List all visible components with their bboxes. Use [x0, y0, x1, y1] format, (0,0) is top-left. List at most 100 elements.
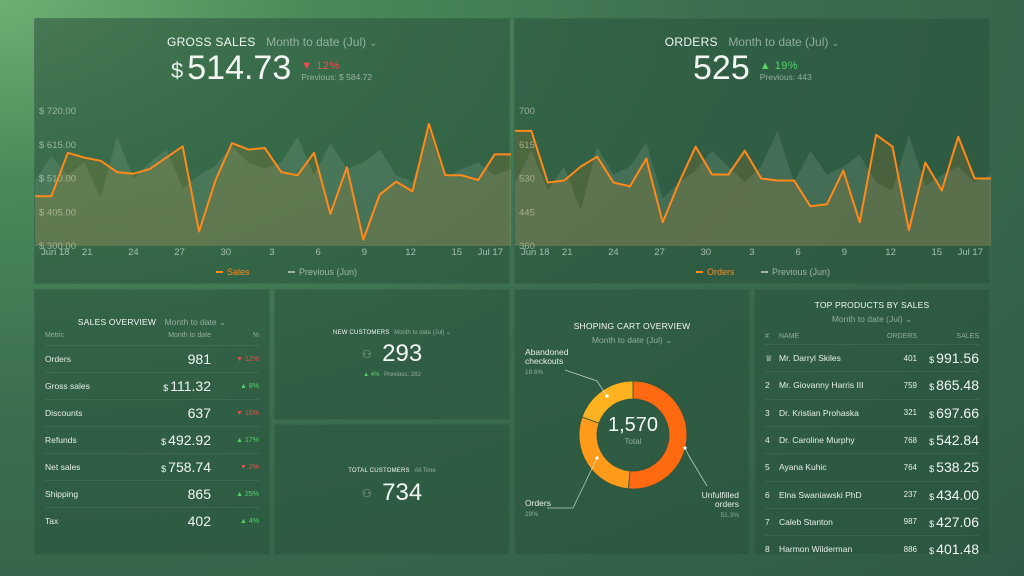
product-name: Mr. Giovanny Harris III	[779, 380, 864, 391]
product-name: Caleb Stanton	[779, 516, 833, 527]
top-products-title: TOP PRODUCTS BY SALES	[814, 300, 930, 310]
unfulfilled-label: Unfulfilled orders 51.3%	[702, 491, 739, 520]
currency: $	[929, 546, 935, 557]
donut-total: 1,570	[607, 414, 659, 436]
product-name: Dr. Caroline Murphy	[779, 435, 855, 446]
x-tick-label: Jun 18	[521, 247, 550, 258]
y-tick-label: $ 720.00	[39, 106, 76, 117]
x-tick-label: 12	[885, 247, 896, 258]
sales-overview-title: SALES OVERVIEW	[77, 317, 157, 327]
x-tick-label: 3	[749, 247, 754, 258]
table-row: Orders 981 ▼ 12%	[45, 345, 259, 372]
metric-pct: ▲ 4%	[211, 518, 259, 525]
total-customers-period: All Time	[414, 468, 436, 474]
chart-legend: Sales Previous (Jun)	[216, 267, 357, 277]
table-row: Gross sales $111.32 ▲ 8%	[45, 372, 259, 399]
product-sales: $697.66	[917, 405, 979, 421]
top-products-period-select[interactable]: Month to date (Jul) ⌄	[755, 314, 989, 325]
arrow-down-icon: ▼	[236, 409, 244, 417]
x-tick-label: 21	[82, 247, 93, 258]
col-sales: SALES	[956, 333, 979, 340]
top-products-panel: TOP PRODUCTS BY SALES Month to date (Jul…	[754, 289, 990, 557]
sales-overview-period-select[interactable]: Month to date ⌄	[165, 317, 226, 327]
x-tick-label: 21	[562, 247, 573, 258]
metric-value: 981	[101, 351, 211, 367]
product-name: Ayana Kuhic	[779, 462, 827, 473]
new-customers-change-value: 4%	[370, 372, 380, 378]
product-sales-value: 697.66	[936, 404, 979, 421]
currency: $	[929, 355, 935, 366]
rank-number: 3	[765, 407, 770, 418]
metric-value-number: 758.74	[168, 459, 211, 475]
x-tick-label: 3	[269, 247, 274, 258]
x-tick-label: 15	[932, 247, 943, 258]
currency: $	[163, 383, 169, 393]
legend-label-current: Sales	[227, 267, 250, 277]
arrow-up-icon: ▲	[239, 382, 247, 390]
top-products-header: TOP PRODUCTS BY SALES Month to date (Jul…	[755, 300, 989, 325]
product-sales-value: 427.06	[936, 513, 979, 530]
x-tick-label: 9	[842, 247, 847, 258]
arrow-down-icon: ▼	[239, 463, 247, 471]
new-customers-change: ▲ 4%	[363, 372, 379, 378]
arrow-up-icon: ▲	[239, 517, 247, 525]
product-name: Elna Swaniawski PhD	[779, 489, 862, 500]
x-tick-label: 27	[654, 247, 665, 258]
orders-label: Orders 29%	[525, 499, 551, 519]
x-tick-label: 30	[701, 247, 712, 258]
product-sales: $434.00	[917, 487, 979, 503]
unfulfilled-pct: 51.3%	[720, 512, 739, 519]
product-orders: 401	[903, 353, 917, 363]
product-sales-value: 401.48	[936, 541, 979, 558]
user-icon: ⚇	[361, 487, 372, 500]
x-tick-label: Jun 18	[41, 247, 70, 258]
metric-value-number: 981	[187, 351, 211, 367]
rank-number: 6	[765, 489, 770, 500]
table-row: 6 Elna Swaniawski PhD 237 $434.00	[765, 480, 979, 508]
metric-pct: ▼ 16%	[211, 410, 259, 417]
metric-value-number: 492.92	[168, 432, 211, 448]
metric-value: 637	[101, 405, 211, 421]
currency: $	[161, 464, 167, 474]
x-tick-label: Jul 17	[958, 247, 983, 258]
table-row: 8 Harmon Wilderman 886 $401.48	[765, 535, 979, 562]
metric-pct: ▼ 2%	[211, 464, 259, 471]
metric-value: 865	[101, 486, 211, 502]
metric-pct-value: 4%	[248, 517, 259, 525]
x-tick-label: 24	[128, 247, 139, 258]
total-customers-title: TOTAL CUSTOMERS	[348, 468, 410, 474]
col-name: NAME	[779, 333, 800, 340]
metric-name: Gross sales	[45, 381, 90, 391]
col-metric: Metric	[45, 332, 65, 339]
new-customers-value: 293	[382, 340, 423, 367]
current-series-area	[35, 123, 511, 246]
product-sales-value: 865.48	[936, 377, 979, 394]
legend-label-current: Orders	[707, 267, 735, 277]
table-row: 4 Dr. Caroline Murphy 768 $542.84	[765, 425, 979, 453]
product-orders: 886	[903, 544, 917, 554]
rank-number: 5	[765, 462, 770, 473]
product-sales: $538.25	[917, 459, 979, 475]
new-customers-header: NEW CUSTOMERS Month to date (Jul) ⌄	[275, 329, 509, 336]
product-sales-value: 538.25	[936, 459, 979, 476]
top-products-period: Month to date (Jul)	[831, 314, 903, 324]
col-orders: ORDERS	[887, 333, 917, 340]
col-month-to-date: Month to date	[168, 332, 211, 339]
chevron-down-icon: ⌄	[218, 317, 227, 327]
x-tick-label: 27	[174, 247, 185, 258]
metric-name: Net sales	[45, 462, 81, 472]
total-customers-value: 734	[382, 479, 423, 506]
new-customers-period-select[interactable]: Month to date (Jul) ⌄	[394, 330, 451, 336]
metric-pct: ▼ 12%	[211, 356, 259, 363]
product-sales: $542.84	[917, 432, 979, 448]
legend-label-previous: Previous (Jun)	[299, 267, 357, 277]
table-row: 5 Ayana Kuhic 764 $538.25	[765, 453, 979, 480]
total-customers-header: TOTAL CUSTOMERS All Time	[275, 468, 509, 474]
x-tick-label: 15	[452, 247, 463, 258]
currency: $	[929, 382, 935, 393]
user-icon: ⚇	[361, 348, 372, 361]
y-tick-label: 700	[519, 106, 535, 117]
metric-pct-value: 25%	[244, 490, 259, 498]
arrow-down-icon: ▼	[236, 355, 244, 363]
abandoned-label: Abandoned checkouts 19.6%	[525, 348, 569, 377]
